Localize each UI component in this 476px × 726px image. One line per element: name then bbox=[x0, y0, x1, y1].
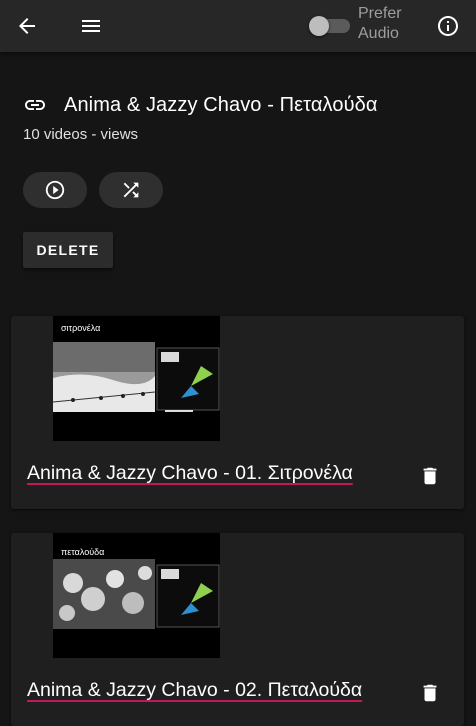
delete-playlist-button[interactable]: DELETE bbox=[23, 232, 113, 268]
info-button[interactable] bbox=[426, 4, 470, 48]
thumbnail-caption: σιτρονέλα bbox=[61, 323, 101, 333]
link-icon[interactable] bbox=[23, 90, 57, 120]
video-thumbnail[interactable]: σιτρονέλα bbox=[53, 316, 220, 441]
prefer-audio-toggle[interactable]: Prefer Audio bbox=[309, 0, 402, 52]
arrow-back-icon bbox=[19, 18, 35, 34]
trash-icon bbox=[423, 467, 437, 485]
thumbnail-caption: πεταλούδα bbox=[61, 547, 105, 557]
playlist-header: Anima & Jazzy Chavo - Πεταλούδα 10 video… bbox=[23, 90, 463, 144]
toggle-track[interactable] bbox=[309, 16, 350, 36]
video-card[interactable]: σιτρονέλα Anima & Jazzy Chavo - 01. Σιτρ… bbox=[11, 316, 464, 509]
menu-icon bbox=[82, 20, 100, 32]
trash-icon bbox=[423, 684, 437, 702]
playlist-meta: 10 videos - views bbox=[23, 126, 139, 143]
delete-video-button[interactable] bbox=[416, 462, 444, 490]
video-thumbnail[interactable]: πεταλούδα bbox=[53, 533, 220, 658]
delete-video-button[interactable] bbox=[416, 679, 444, 707]
shuffle-button[interactable] bbox=[99, 172, 163, 208]
video-title[interactable]: Anima & Jazzy Chavo - 02. Πεταλούδα bbox=[27, 679, 407, 702]
menu-button[interactable] bbox=[69, 4, 113, 48]
playlist-title: Anima & Jazzy Chavo - Πεταλούδα bbox=[64, 93, 378, 116]
play-all-button[interactable] bbox=[23, 172, 87, 208]
prefer-audio-label: Prefer Audio bbox=[358, 5, 402, 42]
shuffle-icon bbox=[123, 182, 139, 198]
info-icon bbox=[438, 16, 458, 36]
play-circle-icon bbox=[45, 180, 65, 200]
app-bar: Prefer Audio bbox=[0, 0, 476, 52]
video-card[interactable]: πεταλούδα Anima & Jazzy Chavo - 02. Πετα… bbox=[11, 533, 464, 726]
toggle-thumb[interactable] bbox=[309, 16, 329, 36]
video-title[interactable]: Anima & Jazzy Chavo - 01. Σιτρονέλα bbox=[27, 462, 407, 485]
back-button[interactable] bbox=[5, 4, 49, 48]
